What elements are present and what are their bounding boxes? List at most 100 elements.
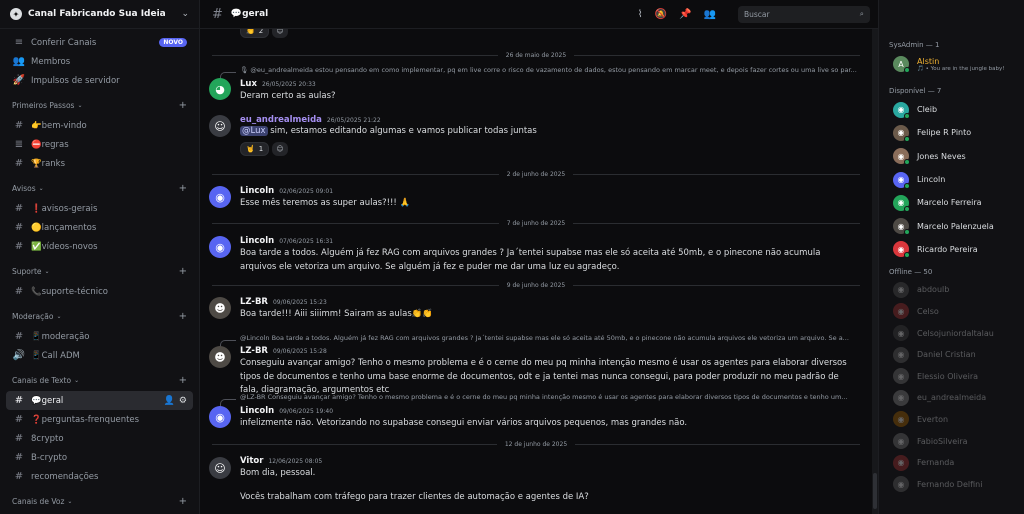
category-header[interactable]: Suporte ⌄ + [6,260,193,282]
sidebar-item-channel[interactable]: # 🟡lançamentos [6,218,193,237]
member-item[interactable]: ◉ Felipe R Pinto [879,121,1024,144]
member-item-offline[interactable]: ◉ Everton [879,409,1024,431]
member-item-offline[interactable]: ◉ Celsojuniordaltalau [879,322,1024,344]
chevron-down-icon: ⌄ [44,267,50,275]
add-member-icon[interactable]: 👤 [164,396,175,406]
sidebar-item-channel[interactable]: # 🏆ranks [6,154,193,173]
message-author[interactable]: Vitor 12/06/2025 08:05 [240,456,322,466]
message-author[interactable]: eu_andrealmeida 26/05/2025 21:22 [240,115,381,125]
add-channel-icon[interactable]: + [179,183,187,194]
gear-icon[interactable]: ⚙ [179,396,187,406]
category-header[interactable]: Canais de Texto ⌄ + [6,369,193,391]
sidebar-item-label: ✅vídeos-novos [31,241,98,252]
sidebar-item-channel[interactable]: ≣ ⛔regras [6,135,193,154]
search-input[interactable]: Buscar ⌕ [738,5,870,23]
add-channel-icon[interactable]: + [179,496,187,507]
sidebar-item-channel[interactable]: 🔊 📱Call ADM [6,346,193,365]
sidebar-item-channel[interactable]: # B-crypto [6,448,193,467]
sidebar-item-label: 🟡lançamentos [31,222,97,233]
category-header[interactable]: Canais de Voz ⌄ + [6,490,193,512]
avatar[interactable]: ☻ [209,346,231,368]
channel-title: 💬geral [230,9,269,19]
scroll-thumb[interactable] [873,473,877,509]
sidebar-item-channel[interactable]: # 💬geral 👤 ⚙ [6,391,193,410]
sidebar-item-conferir-canais[interactable]: ≡ Conferir Canais NOVO [6,33,193,52]
sidebar-item-channel[interactable]: # 👉bem-vindo [6,116,193,135]
member-name: Celsojuniordaltalau [917,328,994,338]
avatar: ◉ [893,411,909,428]
member-name: Ricardo Pereira [917,244,978,254]
member-item-offline[interactable]: ◉ Elessio Oliveira [879,365,1024,387]
message-author[interactable]: LZ-BR 09/06/2025 15:23 [240,297,327,307]
hash-icon: ≣ [14,139,24,150]
category-label: Primeiros Passos [12,100,75,110]
reply-preview[interactable]: @Lincoln Boa tarde a todos. Alguém já fe… [240,334,858,344]
avatar: ◉ [893,346,909,363]
message-author[interactable]: Lincoln 07/06/2025 16:31 [240,236,333,246]
member-alstin[interactable]: A Alstin 🎵 • You are in the jungle baby! [879,52,1024,76]
sidebar-item-channel[interactable]: # 📞suporte-técnico [6,282,193,301]
add-channel-icon[interactable]: + [179,100,187,111]
add-channel-icon[interactable]: + [179,375,187,386]
sidebar-item-channel[interactable]: # recomendações [6,467,193,486]
discord-avatar[interactable]: ◉ [209,186,231,208]
message-author[interactable]: Lincoln 02/06/2025 09:01 [240,186,333,196]
server-header[interactable]: ✦ Canal Fabricando Sua Ideia ⌄ [0,0,199,29]
pin-icon[interactable]: 📌 [679,9,691,20]
member-item[interactable]: ◉ Marcelo Palenzuela [879,214,1024,237]
notification-bell-icon[interactable]: 🔕 [655,9,667,20]
category-header[interactable]: Primeiros Passos ⌄ + [6,94,193,116]
sidebar-item-impulsos[interactable]: 🚀 Impulsos de servidor [6,71,193,90]
message-text: Boa tarde!!! Aiii siiimm! Sairam as aula… [240,309,433,319]
sidebar-item-membros[interactable]: 👥 Membros [6,52,193,71]
avatar[interactable]: ◕ [209,78,231,100]
discord-avatar[interactable]: ◉ [209,236,231,258]
member-item[interactable]: ◉ Cleib [879,98,1024,121]
add-channel-icon[interactable]: + [179,266,187,277]
add-reaction-button[interactable]: ☺ [272,142,288,156]
sidebar-item-channel[interactable]: #8crypto [6,429,193,448]
sidebar-item-channel[interactable]: # ❓perguntas-frenquentes [6,410,193,429]
member-item-offline[interactable]: ◉ abdoulb [879,279,1024,301]
member-item-offline[interactable]: ◉ eu_andrealmeida [879,387,1024,409]
discord-app: ✦ Canal Fabricando Sua Ideia ⌄ ≡ Conferi… [0,0,1024,514]
member-item[interactable]: ◉ Marcelo Ferreira [879,191,1024,214]
discord-avatar[interactable]: ◉ [209,406,231,428]
member-item[interactable]: ◉ Lincoln [879,168,1024,191]
chevron-down-icon: ⌄ [181,9,189,19]
member-item[interactable]: ◉ Jones Neves [879,145,1024,168]
sidebar-item-label: 📱Call ADM [31,350,80,361]
avatar[interactable]: ☻ [209,297,231,319]
add-channel-icon[interactable]: + [179,311,187,322]
category-header[interactable]: Avisos ⌄ + [6,177,193,199]
message-author[interactable]: Lux 26/05/2025 20:33 [240,79,316,89]
member-name: Fernanda [917,458,955,468]
member-item-offline[interactable]: ◉ Celso [879,301,1024,323]
sidebar-item-channel[interactable]: # ✅vídeos-novos [6,237,193,256]
search-placeholder: Buscar [744,9,770,19]
message-author[interactable]: LZ-BR 09/06/2025 15:28 [240,346,327,356]
avatar[interactable]: ☺ [209,115,231,137]
message-time: 09/06/2025 15:23 [272,299,327,306]
member-list-icon[interactable]: 👥 [704,9,716,20]
member-item-offline[interactable]: ◉ FabioSilveira [879,430,1024,452]
sidebar-item-channel[interactable]: # 📱moderação [6,327,193,346]
boost-icon: 🚀 [12,75,26,86]
threads-icon[interactable]: ⌇ [638,9,643,20]
reply-preview[interactable]: @LZ-BR Conseguiu avançar amigo? Tenho o … [240,393,858,403]
message-author[interactable]: Lincoln 09/06/2025 19:40 [240,406,333,416]
reaction-chip[interactable]: 🤘 1 [240,142,270,156]
reaction-chip[interactable]: 👏 2 [240,29,270,38]
avatar[interactable]: ☺ [209,457,231,479]
category-header[interactable]: Moderação ⌄ + [6,305,193,327]
add-reaction-button[interactable]: ☺ [272,29,288,38]
reply-preview[interactable]: 🎙 @eu_andrealmeida estou pensando em com… [240,66,858,76]
message-text: Esse mês teremos as super aulas?!!! 🙏 [240,198,411,208]
member-item-offline[interactable]: ◉ Fernanda [879,452,1024,474]
user-mention[interactable]: @Lux [240,126,268,136]
member-item-offline[interactable]: ◉ Daniel Cristian [879,344,1024,366]
member-item-offline[interactable]: ◉ Fernando Delfini [879,473,1024,495]
member-item[interactable]: ◉ Ricardo Pereira [879,238,1024,261]
sidebar-item-channel[interactable]: # ❗avisos-gerais [6,199,193,218]
sidebar-item-label: 💬geral [31,395,64,406]
